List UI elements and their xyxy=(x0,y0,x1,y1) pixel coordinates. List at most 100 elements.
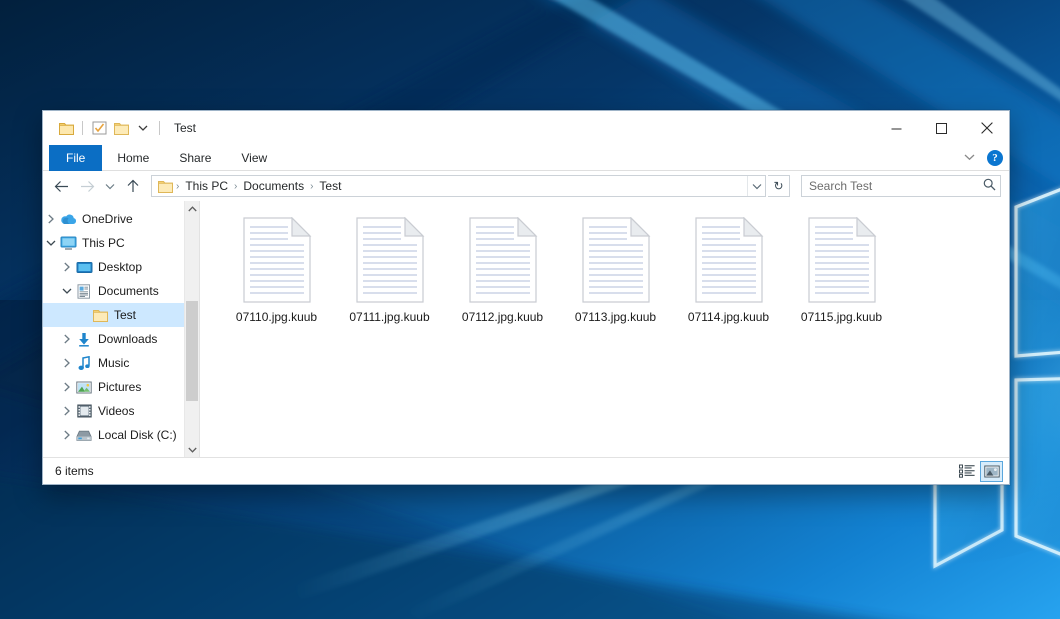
window-title: Test xyxy=(174,121,196,135)
address-dropdown-icon[interactable] xyxy=(747,176,765,196)
monitor-icon xyxy=(59,236,77,250)
folder-icon[interactable] xyxy=(55,117,77,139)
chevron-down-icon[interactable] xyxy=(43,239,59,247)
download-icon xyxy=(75,332,93,347)
expand-ribbon-icon[interactable] xyxy=(960,153,979,164)
sidebar-item-onedrive[interactable]: OneDrive xyxy=(43,207,199,231)
picture-icon xyxy=(75,381,93,394)
sidebar-item-label: Downloads xyxy=(98,332,157,346)
sidebar-item-this-pc[interactable]: This PC xyxy=(43,231,199,255)
chevron-right-icon[interactable] xyxy=(59,262,75,272)
chevron-right-icon[interactable] xyxy=(59,334,75,344)
scroll-down-icon[interactable] xyxy=(185,442,199,457)
file-name: 07115.jpg.kuub xyxy=(801,310,882,324)
customize-quick-access-icon[interactable] xyxy=(132,117,154,139)
close-button[interactable] xyxy=(964,111,1009,145)
sidebar-item-label: Videos xyxy=(98,404,134,418)
video-icon xyxy=(75,404,93,418)
status-bar: 6 items xyxy=(43,457,1009,484)
sidebar-item-test[interactable]: Test xyxy=(43,303,199,327)
chevron-right-icon[interactable] xyxy=(59,382,75,392)
sidebar-item-label: Pictures xyxy=(98,380,141,394)
properties-checkbox-icon[interactable] xyxy=(88,117,110,139)
tab-file[interactable]: File xyxy=(49,145,102,171)
list-item[interactable]: 07112.jpg.kuub xyxy=(446,215,559,324)
caption-buttons xyxy=(874,111,1009,145)
list-item[interactable]: 07113.jpg.kuub xyxy=(559,215,672,324)
recent-locations-button[interactable] xyxy=(101,174,119,198)
generic-file-icon xyxy=(581,217,651,303)
sidebar-item-label: Local Disk (C:) xyxy=(98,428,177,442)
chevron-right-icon[interactable] xyxy=(59,358,75,368)
list-item[interactable]: 07114.jpg.kuub xyxy=(672,215,785,324)
search-icon[interactable] xyxy=(983,178,996,194)
minimize-button[interactable] xyxy=(874,111,919,145)
generic-file-icon xyxy=(355,217,425,303)
search-input[interactable]: Search Test xyxy=(809,179,983,193)
tab-share[interactable]: Share xyxy=(164,145,226,171)
refresh-button[interactable]: ↻ xyxy=(768,175,790,197)
file-grid: 07110.jpg.kuub 07111.jpg.kuub xyxy=(200,201,1009,324)
generic-file-icon xyxy=(807,217,877,303)
back-button[interactable] xyxy=(49,174,73,198)
sidebar-item-pictures[interactable]: Pictures xyxy=(43,375,199,399)
file-explorer-window: Test File Home Share View ? xyxy=(42,110,1010,485)
list-item[interactable]: 07110.jpg.kuub xyxy=(220,215,333,324)
forward-button[interactable] xyxy=(75,174,99,198)
sidebar-item-desktop[interactable]: Desktop xyxy=(43,255,199,279)
generic-file-icon xyxy=(468,217,538,303)
folder-tree: OneDrive This PC xyxy=(43,201,199,447)
tab-view[interactable]: View xyxy=(226,145,282,171)
sidebar-item-videos[interactable]: Videos xyxy=(43,399,199,423)
breadcrumb-this-pc[interactable]: This PC xyxy=(181,179,232,193)
sidebar-item-downloads[interactable]: Downloads xyxy=(43,327,199,351)
up-button[interactable] xyxy=(121,174,145,198)
large-icons-view-button[interactable] xyxy=(980,461,1003,482)
new-folder-icon[interactable] xyxy=(110,117,132,139)
breadcrumb-documents[interactable]: Documents xyxy=(239,179,308,193)
cloud-icon xyxy=(59,213,77,225)
generic-file-icon xyxy=(242,217,312,303)
ribbon-right-controls: ? xyxy=(960,145,1003,171)
breadcrumb: › This PC › Documents › Test xyxy=(152,179,747,193)
document-icon xyxy=(75,284,93,299)
maximize-button[interactable] xyxy=(919,111,964,145)
details-view-button[interactable] xyxy=(955,461,978,482)
scroll-up-icon[interactable] xyxy=(185,201,199,216)
sidebar-item-documents[interactable]: Documents xyxy=(43,279,199,303)
scrollbar-thumb[interactable] xyxy=(186,301,198,401)
file-list-view[interactable]: 07110.jpg.kuub 07111.jpg.kuub xyxy=(200,201,1009,457)
file-name: 07113.jpg.kuub xyxy=(575,310,656,324)
file-name: 07111.jpg.kuub xyxy=(349,310,429,324)
sidebar-item-label: Test xyxy=(114,308,136,322)
generic-file-icon xyxy=(694,217,764,303)
breadcrumb-bar[interactable]: › This PC › Documents › Test xyxy=(151,175,766,197)
breadcrumb-folder-icon xyxy=(156,180,174,193)
breadcrumb-separator: › xyxy=(308,181,315,192)
chevron-right-icon[interactable] xyxy=(59,406,75,416)
list-item[interactable]: 07111.jpg.kuub xyxy=(333,215,446,324)
chevron-right-icon[interactable] xyxy=(59,430,75,440)
sidebar-item-music[interactable]: Music xyxy=(43,351,199,375)
search-box[interactable]: Search Test xyxy=(801,175,1001,197)
quick-access-toolbar xyxy=(43,111,165,145)
window-body: OneDrive This PC xyxy=(43,201,1009,457)
sidebar-item-label: Music xyxy=(98,356,129,370)
music-icon xyxy=(75,356,93,371)
item-count-label: 6 items xyxy=(55,464,94,478)
tab-home[interactable]: Home xyxy=(102,145,164,171)
chevron-down-icon[interactable] xyxy=(59,287,75,295)
sidebar-item-label: Desktop xyxy=(98,260,142,274)
help-icon[interactable]: ? xyxy=(987,150,1003,166)
sidebar-item-label: This PC xyxy=(82,236,125,250)
breadcrumb-test[interactable]: Test xyxy=(315,179,345,193)
file-name: 07112.jpg.kuub xyxy=(462,310,543,324)
scrollbar-track[interactable] xyxy=(185,216,199,442)
file-name: 07110.jpg.kuub xyxy=(236,310,317,324)
folder-icon xyxy=(91,309,109,322)
sidebar-item-local-disk-c[interactable]: Local Disk (C:) xyxy=(43,423,199,447)
navigation-pane-scrollbar[interactable] xyxy=(184,201,199,457)
list-item[interactable]: 07115.jpg.kuub xyxy=(785,215,898,324)
sidebar-item-label: Documents xyxy=(98,284,159,298)
chevron-right-icon[interactable] xyxy=(43,214,59,224)
